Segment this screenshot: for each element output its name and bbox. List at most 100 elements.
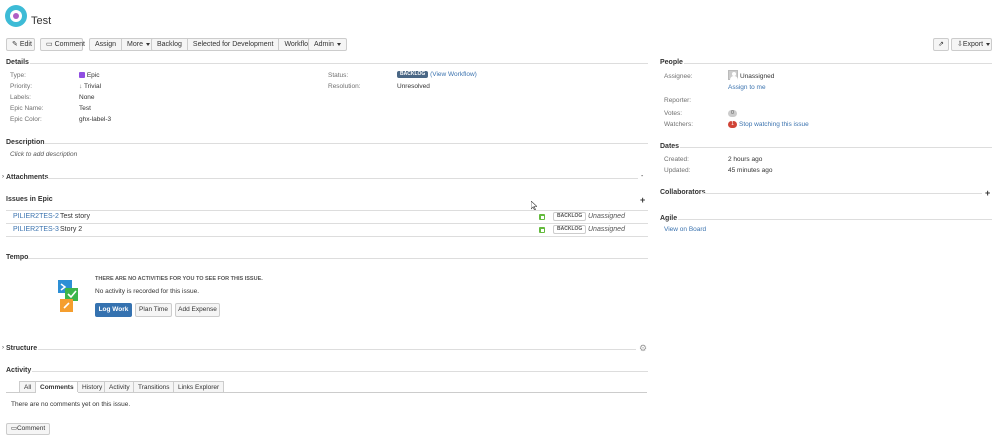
admin-button[interactable]: Admin — [308, 38, 347, 51]
comment-button[interactable]: ▭ Comment — [40, 38, 85, 51]
share-button[interactable]: ⇗ — [933, 38, 949, 51]
issue-summary: Test story — [60, 213, 90, 220]
attachments-heading[interactable]: Attachments — [6, 174, 48, 181]
created-value: 2 hours ago — [728, 156, 763, 163]
story-icon — [539, 227, 545, 233]
tempo-empty-message: No activity is recorded for this issue. — [95, 288, 200, 295]
pencil-icon: ✎ — [12, 41, 18, 48]
epic-icon — [79, 72, 85, 79]
mouse-cursor-icon — [530, 200, 538, 212]
story-icon — [539, 214, 545, 220]
workflow-group: Backlog Selected for Development Workflo… — [151, 38, 327, 51]
created-label: Created: — [664, 156, 689, 163]
issue-status: BACKLOG — [553, 212, 587, 221]
status-value: BACKLOG (View Workflow) — [397, 71, 477, 78]
issue-key[interactable]: PILIER2TES-3 — [13, 226, 59, 233]
people-heading: People — [660, 59, 683, 66]
epic-issue-row[interactable]: PILIER2TES-3 Story 2 BACKLOG Unassigned — [6, 224, 648, 237]
priority-trivial-icon: ↓ — [79, 83, 83, 90]
assignee-label: Assignee: — [664, 73, 693, 80]
people-divider — [684, 63, 992, 64]
assignee-value[interactable]: Unassigned — [740, 73, 774, 80]
log-work-button[interactable]: Log Work — [95, 303, 132, 317]
tab-history[interactable]: History — [77, 381, 108, 392]
add-issue-icon[interactable]: + — [640, 195, 645, 205]
comment-icon: ▭ — [46, 41, 53, 48]
chevron-down-icon — [145, 42, 150, 46]
assign-button[interactable]: Assign — [89, 38, 123, 51]
attachments-divider — [46, 178, 638, 179]
votes-count-badge[interactable]: 0 — [728, 110, 737, 117]
tab-comments[interactable]: Comments — [35, 381, 79, 393]
no-comments-message: There are no comments yet on this issue. — [11, 401, 131, 408]
details-heading: Details — [6, 59, 29, 66]
votes-label: Votes: — [664, 110, 683, 117]
type-value: Epic — [79, 72, 99, 79]
activity-heading: Activity — [6, 367, 32, 374]
tab-all[interactable]: All — [19, 381, 37, 392]
project-avatar[interactable] — [5, 5, 27, 27]
collaborators-heading: Collaborators — [660, 189, 706, 196]
agile-heading: Agile — [660, 215, 678, 222]
share-icon: ⇗ — [938, 41, 944, 48]
description-divider — [44, 143, 648, 144]
add-expense-button[interactable]: Add Expense — [175, 303, 220, 317]
epic-issue-row[interactable]: PILIER2TES-2 Test story BACKLOG Unassign… — [6, 211, 648, 224]
priority-label: Priority: — [10, 83, 33, 90]
description-heading: Description — [6, 139, 45, 146]
add-collaborator-icon[interactable]: + — [985, 188, 990, 198]
tempo-illustration — [56, 280, 80, 312]
view-workflow-link[interactable]: (View Workflow) — [430, 71, 477, 78]
issue-key[interactable]: PILIER2TES-2 — [13, 213, 59, 220]
issues-in-epic-heading: Issues in Epic — [6, 196, 53, 203]
structure-heading[interactable]: Structure — [6, 345, 37, 352]
resolution-value: Unresolved — [397, 83, 430, 90]
chevron-down-icon — [986, 42, 991, 46]
structure-divider — [38, 349, 636, 350]
type-label: Type: — [10, 72, 26, 79]
assign-to-me-link[interactable]: Assign to me — [728, 84, 766, 91]
gear-icon[interactable]: ⚙ — [639, 343, 647, 354]
issue-title[interactable]: Test — [31, 15, 51, 27]
collaborators-divider — [702, 193, 982, 194]
attachments-options-icon[interactable]: - — [641, 173, 643, 180]
activity-divider — [32, 371, 648, 372]
issue-assignee: Unassigned — [588, 226, 625, 233]
stop-watching-link[interactable]: Stop watching this issue — [739, 121, 809, 128]
epic-color-value[interactable]: ghx-label-3 — [79, 116, 111, 123]
status-label: Status: — [328, 72, 349, 79]
resolution-label: Resolution: — [328, 83, 361, 90]
epic-name-value[interactable]: Test — [79, 105, 91, 112]
chevron-down-icon — [336, 42, 341, 46]
structure-toggle[interactable]: › — [2, 345, 4, 351]
dates-divider — [680, 147, 992, 148]
labels-label: Labels: — [10, 94, 31, 101]
tab-transitions[interactable]: Transitions — [133, 381, 175, 392]
details-divider — [30, 63, 648, 64]
watchers-count-badge[interactable]: 1 — [728, 121, 737, 128]
updated-label: Updated: — [664, 167, 691, 174]
issue-summary: Story 2 — [60, 226, 83, 233]
dates-heading: Dates — [660, 143, 680, 150]
avatar — [728, 70, 738, 80]
watchers-label: Watchers: — [664, 121, 694, 128]
agile-divider — [678, 219, 992, 220]
updated-value: 45 minutes ago — [728, 167, 773, 174]
status-lozenge: BACKLOG — [397, 71, 429, 78]
attachments-toggle[interactable]: › — [2, 174, 4, 180]
add-comment-button[interactable]: ▭Comment — [6, 423, 50, 435]
tab-activity[interactable]: Activity — [104, 381, 135, 392]
labels-value[interactable]: None — [79, 94, 95, 101]
view-on-board-link[interactable]: View on Board — [664, 226, 706, 233]
plan-time-button[interactable]: Plan Time — [135, 303, 172, 317]
tempo-divider — [28, 258, 648, 259]
priority-value: ↓ Trivial — [79, 83, 102, 90]
assign-more-group: Assign More — [89, 38, 156, 51]
selected-for-development-button[interactable]: Selected for Development — [186, 38, 280, 51]
description-placeholder[interactable]: Click to add description — [10, 151, 77, 158]
edit-button[interactable]: ✎ Edit — [6, 38, 35, 51]
export-button[interactable]: ⇩Export — [951, 38, 992, 51]
tab-links-explorer[interactable]: Links Explorer — [173, 381, 225, 392]
epic-color-label: Epic Color: — [10, 116, 42, 123]
backlog-button[interactable]: Backlog — [151, 38, 188, 51]
